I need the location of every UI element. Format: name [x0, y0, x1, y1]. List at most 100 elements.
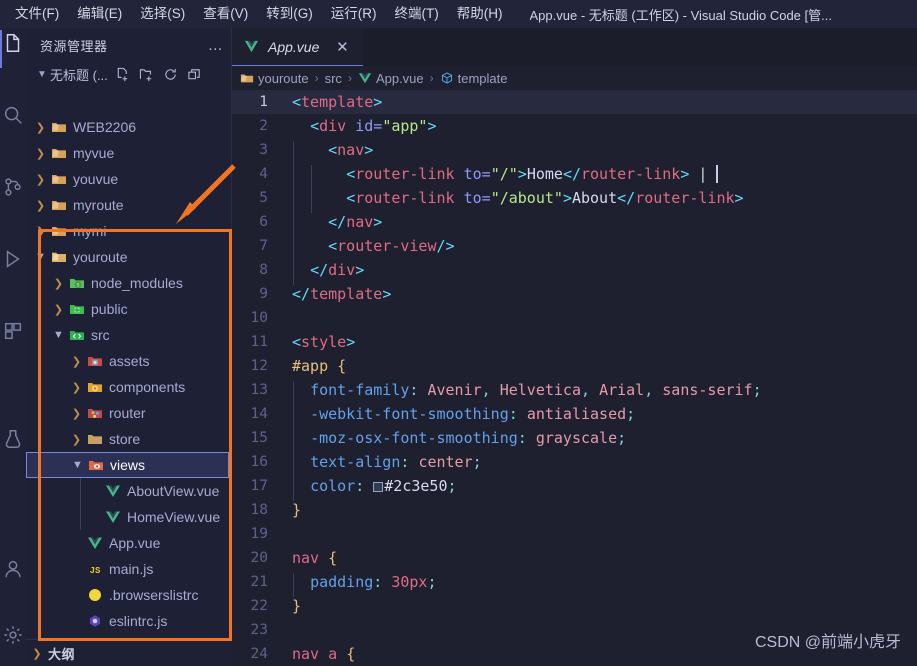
tree-item-homeview-vue[interactable]: · HomeView.vue [26, 504, 232, 530]
account-icon[interactable] [2, 558, 26, 582]
collapse-all-icon[interactable] [184, 63, 206, 85]
code-line-text: <style> [292, 333, 356, 351]
code-line-text: </nav> [284, 213, 382, 237]
tree-item-views[interactable]: ▼ views [26, 452, 229, 478]
source-control-icon[interactable] [2, 176, 26, 200]
panel-outline[interactable]: ❯ 大纲 [26, 639, 232, 666]
folder-components-icon [85, 379, 105, 395]
menu-edit[interactable]: 编辑(E) [68, 0, 131, 28]
menu-file[interactable]: 文件(F) [6, 0, 68, 28]
new-folder-icon[interactable] [136, 63, 158, 85]
code-line[interactable]: 21 padding: 30px; [232, 570, 917, 597]
code-line[interactable]: 16 text-align: center; [232, 450, 917, 477]
tree-item--browserslistrc[interactable]: · .browserslistrc [26, 582, 232, 608]
tree-item-app-vue[interactable]: · App.vue [26, 530, 232, 556]
test-beaker-icon[interactable] [2, 428, 26, 452]
code-line[interactable]: 8 </div> [232, 258, 917, 285]
tree-item-label: mymi [73, 223, 107, 239]
chevron-right-icon[interactable]: ❯ [68, 355, 85, 368]
code-line-text: <div id="app"> [310, 117, 437, 135]
tree-item-store[interactable]: ❯ store [26, 426, 232, 452]
code-line[interactable]: 12 #app { [232, 354, 917, 378]
chevron-right-icon[interactable]: ❯ [68, 407, 85, 420]
chevron-right-icon[interactable]: ❯ [68, 381, 85, 394]
code-line[interactable]: 14 -webkit-font-smoothing: antialiased; [232, 402, 917, 429]
menu-selection[interactable]: 选择(S) [131, 0, 194, 28]
folder-orange-open-icon [49, 249, 69, 265]
code-line[interactable]: 17 color: #2c3e50; [232, 474, 917, 501]
code-line[interactable]: 20 nav { [232, 546, 917, 570]
tree-item-youvue[interactable]: ❯ youvue [26, 166, 232, 192]
tree-item-label: WEB2206 [73, 119, 137, 135]
tree-item-main-js[interactable]: · JS main.js [26, 556, 232, 582]
root-action-group [112, 63, 206, 85]
tree-item-router[interactable]: ❯ router [26, 400, 232, 426]
settings-gear-icon[interactable] [2, 624, 26, 648]
chevron-right-icon[interactable]: ❯ [32, 173, 49, 186]
breadcrumb-item-src[interactable]: src [325, 71, 342, 86]
code-line[interactable]: 18} [232, 498, 917, 522]
chevron-right-icon[interactable]: ❯ [32, 225, 49, 238]
breadcrumb-item-template[interactable]: template [440, 71, 508, 86]
text-cursor [716, 165, 719, 184]
code-line[interactable]: 15 -moz-osx-font-smoothing: grayscale; [232, 426, 917, 453]
chevron-down-icon[interactable]: ▼ [69, 459, 86, 471]
new-file-icon[interactable] [112, 63, 134, 85]
tree-item-label: .browserslistrc [109, 587, 199, 603]
code-line[interactable]: 1 <template> [232, 90, 917, 114]
tree-item-myroute[interactable]: ❯ myroute [26, 192, 232, 218]
chevron-down-icon[interactable]: ▼ [34, 69, 50, 80]
tree-item-web2206[interactable]: ❯ WEB2206 [26, 114, 232, 140]
tree-item-node-modules[interactable]: ❯ Snode_modules [26, 270, 232, 296]
code-line[interactable]: 6 </nav> [232, 210, 917, 237]
folder-node-icon: S [67, 275, 87, 291]
tree-item-aboutview-vue[interactable]: · AboutView.vue [26, 478, 232, 504]
chevron-right-icon[interactable]: ❯ [32, 199, 49, 212]
tree-item-eslintrc-js[interactable]: · eslintrc.js [26, 608, 232, 634]
breadcrumb-item-youroute[interactable]: youroute [240, 71, 309, 86]
code-line[interactable]: 13 font-family: Avenir, Helvetica, Arial… [232, 378, 917, 405]
code-line[interactable]: 22} [232, 594, 917, 618]
menu-help[interactable]: 帮助(H) [448, 0, 512, 28]
code-line[interactable]: 11 <style> [232, 330, 917, 354]
menu-run[interactable]: 运行(R) [322, 0, 386, 28]
chevron-right-icon[interactable]: ❯ [32, 147, 49, 160]
code-content[interactable]: 1 <template> 2 <div id="app"> 3 <nav> 4 <rou… [232, 90, 917, 666]
explorer-more-actions-icon[interactable]: … [205, 34, 227, 56]
menu-terminal[interactable]: 终端(T) [386, 0, 448, 28]
code-line[interactable]: 7 <router-view/> [232, 234, 917, 261]
tree-item-assets[interactable]: ❯ assets [26, 348, 232, 374]
tree-item-src[interactable]: ▼ src [26, 322, 232, 348]
workspace-root-row[interactable]: ▼ 无标题 (... [26, 62, 231, 86]
breadcrumb-item-app-vue[interactable]: App.vue [358, 71, 424, 86]
chevron-right-icon[interactable]: ❯ [32, 121, 49, 134]
explorer-icon[interactable] [2, 32, 26, 56]
search-icon[interactable] [2, 104, 26, 128]
code-line[interactable]: 2 <div id="app"> [232, 114, 917, 138]
chevron-right-icon[interactable]: ❯ [50, 277, 67, 290]
menu-view[interactable]: 查看(V) [194, 0, 257, 28]
code-line[interactable]: 19 [232, 522, 917, 546]
chevron-right-icon[interactable]: ❯ [26, 647, 48, 660]
code-line[interactable]: 4 <router-link to="/">Home</router-link>… [232, 162, 917, 189]
chevron-right-icon[interactable]: ❯ [50, 303, 67, 316]
refresh-icon[interactable] [160, 63, 182, 85]
code-line[interactable]: 3 <nav> [232, 138, 917, 165]
tab-app-vue[interactable]: App.vue ✕ [232, 28, 364, 66]
tree-item-mymi[interactable]: ❯ mymi [26, 218, 232, 244]
chevron-down-icon[interactable]: ▼ [32, 251, 49, 263]
code-line[interactable]: 5 <router-link to="/about">About</router… [232, 186, 917, 213]
menu-go[interactable]: 转到(G) [257, 0, 322, 28]
chevron-right-icon[interactable]: ❯ [68, 433, 85, 446]
tree-item-youroute[interactable]: ▼ youroute [26, 244, 232, 270]
extensions-icon[interactable] [2, 320, 26, 344]
run-debug-icon[interactable] [2, 248, 26, 272]
close-icon[interactable]: ✕ [333, 38, 351, 56]
tree-item-components[interactable]: ❯ components [26, 374, 232, 400]
tree-item-myvue[interactable]: ❯ myvue [26, 140, 232, 166]
tree-item-label: views [110, 457, 146, 473]
tree-item-public[interactable]: ❯ public [26, 296, 232, 322]
code-line[interactable]: 9 </template> [232, 282, 917, 306]
code-line[interactable]: 10 [232, 306, 917, 330]
chevron-down-icon[interactable]: ▼ [50, 329, 67, 341]
